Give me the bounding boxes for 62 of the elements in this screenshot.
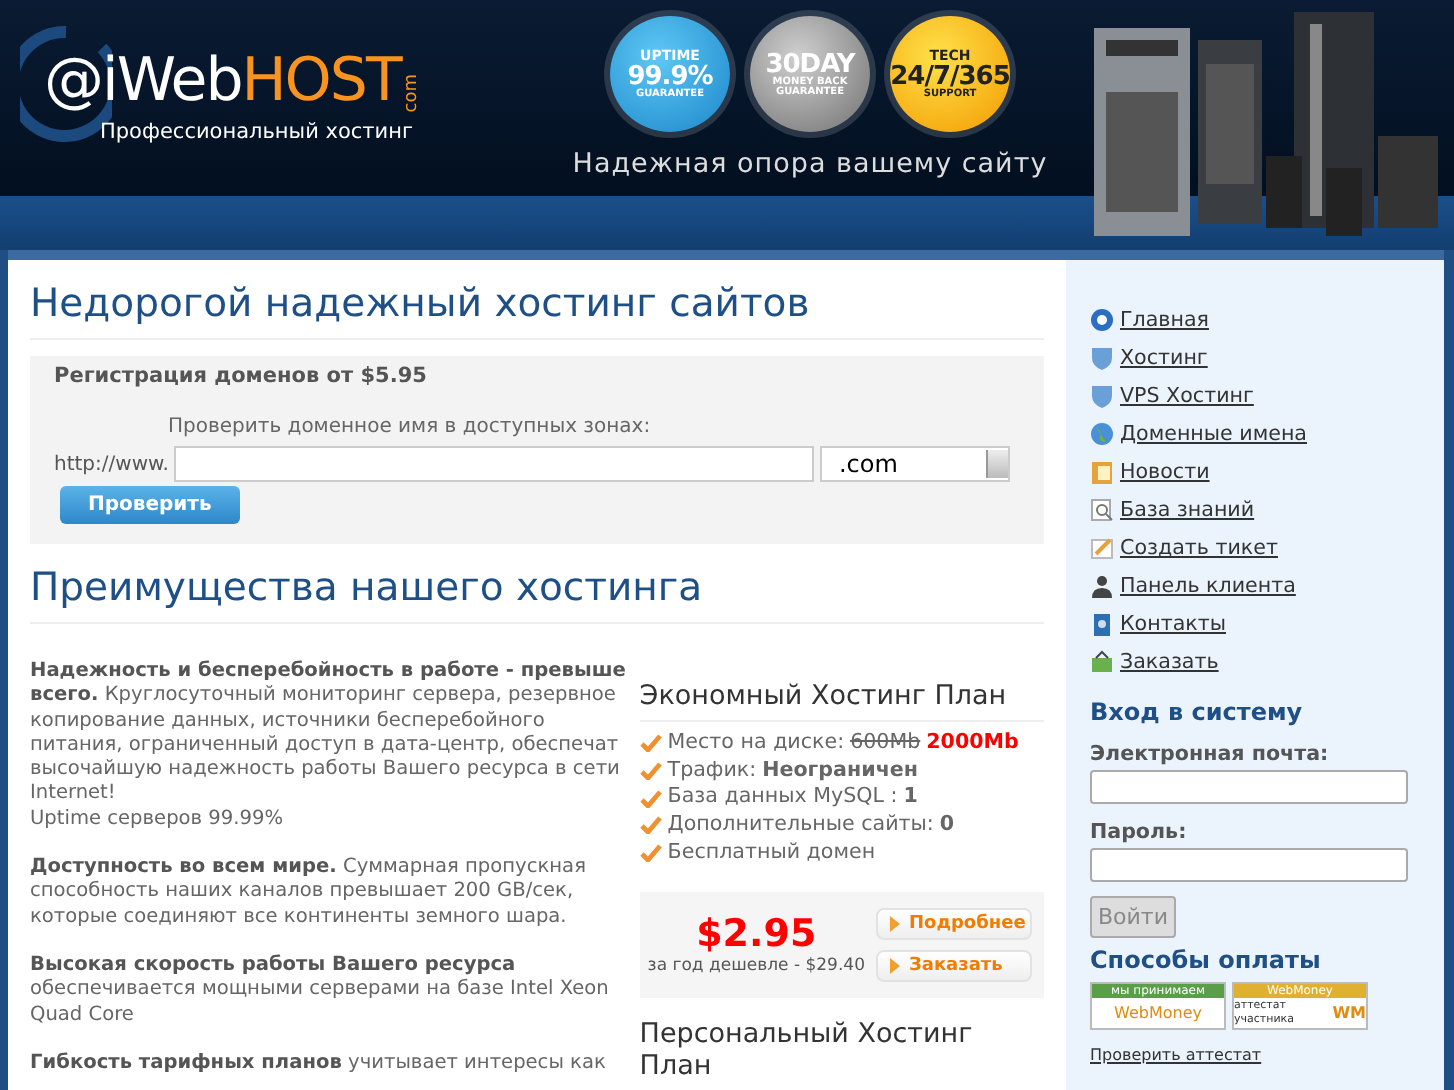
menu-link[interactable]: Контакты: [1120, 612, 1226, 636]
menu-link[interactable]: Главная: [1120, 308, 1209, 332]
logo-text: HOST: [241, 52, 401, 112]
new-value: 2000Mb: [926, 730, 1019, 758]
feature-label: База данных MySQL :: [667, 784, 898, 813]
menu-link[interactable]: Хостинг: [1120, 346, 1208, 370]
feature-label: Место на диске:: [667, 730, 845, 758]
paragraph: Высокая скорость работы Вашего ресурса обеспечивается мощными серверами на базе Intel Xeon Quad Core: [30, 953, 611, 1028]
globe-icon: [1090, 422, 1114, 446]
menu-link[interactable]: VPS Хостинг: [1120, 384, 1254, 408]
menu-link[interactable]: Новости: [1120, 460, 1210, 484]
hint-text: Проверить доменное имя в доступных зонах:: [168, 416, 653, 438]
slogan: Надежная опора вашему сайту: [572, 148, 1048, 180]
password-field[interactable]: [1090, 848, 1408, 882]
plan-title: Экономный Хостинг План: [639, 680, 1044, 722]
paragraph: Надежность и бесперебойность в работе - превыше всего. Круглосуточный мониторинг сервера, резервное копирование данных, источники бесперебойного питания, ограниченный доступ в дата-центр, обеспечат высочайшую надежность работы Вашего ресурса в сети Internet! Uptime серверов 99.99%: [30, 660, 628, 833]
feature-value: Неограничен: [762, 757, 918, 785]
feature-label: Дополнительные сайты:: [667, 812, 934, 840]
logo-tagline: Профессиональный хостинг: [100, 120, 415, 144]
check-icon: [639, 762, 662, 781]
price-note: за год дешевле - $29.40: [647, 956, 865, 977]
domain-input[interactable]: [174, 446, 815, 482]
shield-icon: [1090, 346, 1114, 370]
feature-value: 1: [903, 784, 918, 813]
address-book-icon: [1090, 612, 1114, 636]
price: $2.95: [696, 912, 817, 957]
sidebar-heading: Способы оплаты: [1090, 946, 1323, 974]
check-icon: [639, 816, 662, 835]
logo-text: Web: [116, 52, 242, 112]
shield-icon: [1090, 384, 1114, 408]
feature-label: Трафик:: [667, 757, 757, 785]
paragraph: Гибкость тарифных планов учитывает интересы как: [30, 1051, 608, 1077]
sidebar-heading: Вход в систему: [1090, 698, 1305, 726]
magnifier-icon: [1090, 498, 1114, 522]
panel-heading: Регистрация доменов от $5.95: [54, 364, 429, 388]
logo-suffix: com: [404, 73, 423, 112]
check-icon: [639, 789, 662, 808]
menu-link[interactable]: Панель клиента: [1120, 574, 1296, 598]
uptime-note: Uptime серверов 99.99%: [30, 807, 284, 830]
paragraph: Доступность во всем мире. Суммарная пропускная способность наших каналов превышает 200 GB/сек, которые соединяют все континенты земного шара.: [30, 856, 588, 930]
page-title: Недорогой надежный хостинг сайтов: [30, 280, 1044, 340]
email-field[interactable]: [1090, 770, 1408, 804]
url-prefix: http://www.: [54, 453, 169, 475]
person-icon: [1090, 574, 1114, 598]
menu-link[interactable]: Создать тикет: [1120, 536, 1278, 560]
check-icon: [639, 844, 662, 863]
check-icon: [639, 734, 662, 753]
field-label: Пароль:: [1090, 820, 1189, 844]
menu-link[interactable]: Доменные имена: [1120, 422, 1307, 446]
logo-mark: @i: [44, 52, 117, 112]
zone-dropdown[interactable]: .com: [820, 446, 1011, 482]
feature-value: 0: [939, 812, 955, 840]
menu-link[interactable]: База знаний: [1120, 498, 1255, 522]
menu-link[interactable]: Заказать: [1120, 650, 1219, 674]
field-label: Электронная почта:: [1090, 742, 1331, 766]
plan-title: Персональный Хостинг План: [639, 1017, 1044, 1090]
section-title: Преимущества нашего хостинга: [30, 564, 1044, 624]
newspaper-icon: [1090, 460, 1114, 484]
old-value: 600Mb: [850, 730, 921, 758]
verify-link[interactable]: Проверить аттестат: [1090, 1046, 1262, 1064]
feature-label: Бесплатный домен: [667, 839, 876, 868]
notepad-icon: [1090, 536, 1114, 560]
